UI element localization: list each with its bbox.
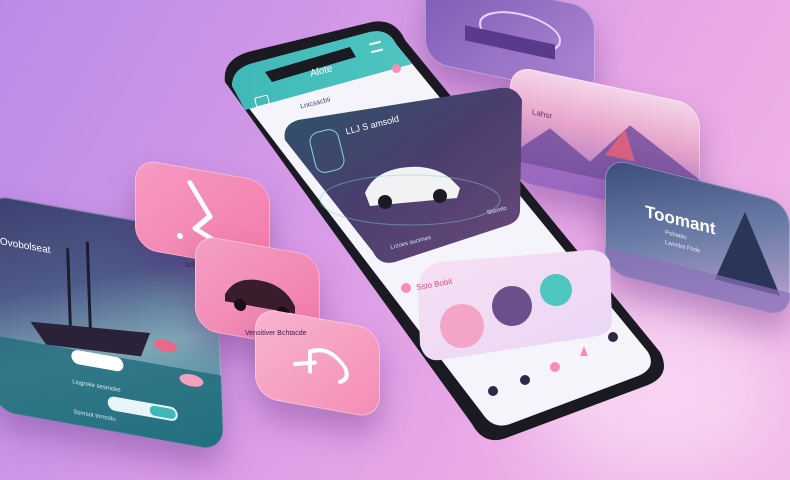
nav-fav-icon[interactable]	[550, 362, 560, 372]
section-icon	[401, 283, 411, 293]
nav-profile-icon[interactable]	[608, 332, 618, 342]
nav-home-icon[interactable]	[488, 386, 498, 396]
mockup-scene: Ovobolseat Lisgroke sesmoke Ssnrsot tnrr…	[0, 0, 790, 480]
profile-icon[interactable]	[392, 64, 401, 73]
nav-search-icon[interactable]	[520, 375, 530, 385]
